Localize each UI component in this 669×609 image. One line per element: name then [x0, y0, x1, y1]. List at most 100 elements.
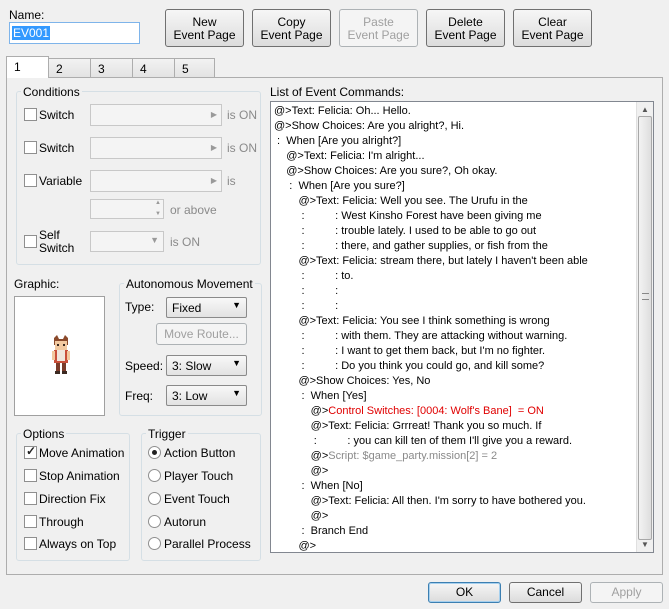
self-switch-label: Self Switch: [39, 228, 75, 255]
graphic-preview[interactable]: [14, 296, 105, 416]
command-line[interactable]: : : you can kill ten of them I'll give y…: [274, 435, 572, 447]
command-line[interactable]: @>: [274, 465, 329, 477]
stop-animation-checkbox[interactable]: [24, 469, 37, 482]
arrow-right-icon: ▶: [210, 143, 217, 152]
type-select[interactable]: Fixed ▼: [166, 297, 247, 318]
always-on-top-checkbox[interactable]: [24, 537, 37, 550]
apply-button[interactable]: Apply: [590, 582, 663, 603]
command-line[interactable]: @>Text: Felicia: You see I think somethi…: [274, 315, 549, 327]
autorun-radio[interactable]: [148, 515, 161, 528]
action-button-label: Action Button: [164, 446, 236, 460]
cancel-button[interactable]: Cancel: [509, 582, 582, 603]
command-line[interactable]: : : to.: [274, 270, 354, 282]
player-touch-label: Player Touch: [164, 469, 234, 483]
command-line[interactable]: : : I want to get them back, but I'm no …: [274, 345, 546, 357]
vertical-scrollbar[interactable]: ▲ ▼: [636, 102, 653, 552]
switch1-selector[interactable]: ▶: [90, 104, 222, 126]
chevron-down-icon: ▼: [150, 235, 159, 245]
trigger-title: Trigger: [146, 427, 188, 441]
command-line[interactable]: : :: [274, 285, 339, 297]
freq-label: Freq:: [125, 389, 154, 403]
command-line[interactable]: @>Text: Felicia: All then. I'm sorry to …: [274, 495, 586, 507]
command-line[interactable]: @>: [274, 540, 316, 552]
switch1-label: Switch: [39, 108, 75, 122]
command-line[interactable]: @>Text: Felicia: Oh... Hello.: [274, 105, 411, 117]
command-line[interactable]: @>Show Choices: Yes, No: [274, 375, 430, 387]
command-line[interactable]: : : with them. They are attacking withou…: [274, 330, 568, 342]
direction-fix-label: Direction Fix: [39, 492, 106, 506]
switch1-is-on: is ON: [227, 108, 257, 122]
variable-value-spinner[interactable]: ▲ ▼: [90, 199, 164, 219]
parallel-process-label: Parallel Process: [164, 537, 251, 551]
parallel-process-radio[interactable]: [148, 537, 161, 550]
spin-down-icon: ▼: [155, 211, 161, 217]
command-line[interactable]: @>Show Choices: Are you sure?, Oh okay.: [274, 165, 497, 177]
command-line[interactable]: @>Show Choices: Are you alright?, Hi.: [274, 120, 464, 132]
direction-fix-checkbox[interactable]: [24, 492, 37, 505]
scroll-up-icon[interactable]: ▲: [641, 105, 649, 114]
command-line[interactable]: : Branch End: [274, 525, 369, 537]
command-line[interactable]: : When [Are you alright?]: [274, 135, 401, 147]
chevron-down-icon: ▼: [232, 358, 241, 368]
or-above-label: or above: [170, 203, 217, 217]
switch2-selector[interactable]: ▶: [90, 137, 222, 159]
command-line[interactable]: : : West Kinsho Forest have been giving …: [274, 210, 542, 222]
command-line[interactable]: @>Text: Felicia: Well you see. The Urufu…: [274, 195, 527, 207]
scrollbar-thumb[interactable]: [638, 116, 652, 540]
command-line[interactable]: : When [No]: [274, 480, 363, 492]
stop-animation-label: Stop Animation: [39, 469, 120, 483]
command-line[interactable]: : : trouble lately. I used to be able to…: [274, 225, 537, 237]
grip-icon: [642, 293, 649, 300]
autorun-label: Autorun: [164, 515, 207, 529]
variable-label: Variable: [39, 174, 83, 188]
switch2-checkbox[interactable]: [24, 141, 37, 154]
scroll-down-icon[interactable]: ▼: [641, 540, 649, 549]
self-switch-is-on: is ON: [170, 235, 200, 249]
command-line[interactable]: : : there, and gather supplies, or fish …: [274, 240, 548, 252]
self-switch-select[interactable]: ▼: [90, 231, 164, 252]
through-label: Through: [39, 515, 84, 529]
autonomous-movement-title: Autonomous Movement: [124, 277, 255, 291]
options-title: Options: [21, 427, 67, 441]
command-line[interactable]: : :: [274, 300, 339, 312]
switch2-is-on: is ON: [227, 141, 257, 155]
graphic-title: Graphic:: [14, 277, 60, 291]
command-line[interactable]: @>: [274, 510, 329, 522]
move-route-button[interactable]: Move Route...: [156, 323, 247, 345]
command-line[interactable]: : When [Are you sure?]: [274, 180, 405, 192]
move-animation-label: Move Animation: [39, 446, 125, 460]
always-on-top-label: Always on Top: [39, 537, 117, 551]
self-switch-checkbox[interactable]: [24, 235, 37, 248]
speed-label: Speed:: [125, 359, 164, 373]
move-animation-checkbox[interactable]: [24, 444, 37, 459]
command-line[interactable]: @>Text: Felicia: I'm alright...: [274, 150, 424, 162]
ok-button[interactable]: OK: [428, 582, 501, 603]
chevron-down-icon: ▼: [232, 300, 241, 310]
event-touch-radio[interactable]: [148, 492, 161, 505]
action-button-radio[interactable]: [148, 446, 161, 459]
switch2-label: Switch: [39, 141, 75, 155]
event-touch-label: Event Touch: [164, 492, 230, 506]
command-line[interactable]: : : Do you think you could go, and kill …: [274, 360, 545, 372]
command-line[interactable]: : When [Yes]: [274, 390, 367, 402]
event-commands-title: List of Event Commands:: [270, 85, 405, 99]
arrow-right-icon: ▶: [210, 176, 217, 185]
variable-selector[interactable]: ▶: [90, 170, 222, 192]
variable-checkbox[interactable]: [24, 174, 37, 187]
command-line[interactable]: @>Text: Felicia: stream there, but latel…: [274, 255, 587, 267]
command-line[interactable]: @>Control Switches: [0004: Wolf's Bane] …: [274, 405, 544, 417]
spin-up-icon: ▲: [155, 200, 161, 206]
through-checkbox[interactable]: [24, 515, 37, 528]
type-label: Type:: [125, 300, 155, 314]
command-line[interactable]: @>Text: Felicia: Grrreat! Thank you so m…: [274, 420, 542, 432]
event-commands-list[interactable]: ▲ ▼ @>Text: Felicia: Oh... Hello. @>Show …: [270, 101, 654, 553]
conditions-title: Conditions: [21, 85, 82, 99]
command-line[interactable]: @>Script: $game_party.mission[2] = 2: [274, 450, 497, 462]
switch1-checkbox[interactable]: [24, 108, 37, 121]
freq-select[interactable]: 3: Low ▼: [166, 385, 247, 406]
chevron-down-icon: ▼: [232, 388, 241, 398]
speed-select[interactable]: 3: Slow ▼: [166, 355, 247, 376]
arrow-right-icon: ▶: [210, 110, 217, 119]
variable-is: is: [227, 174, 236, 188]
player-touch-radio[interactable]: [148, 469, 161, 482]
